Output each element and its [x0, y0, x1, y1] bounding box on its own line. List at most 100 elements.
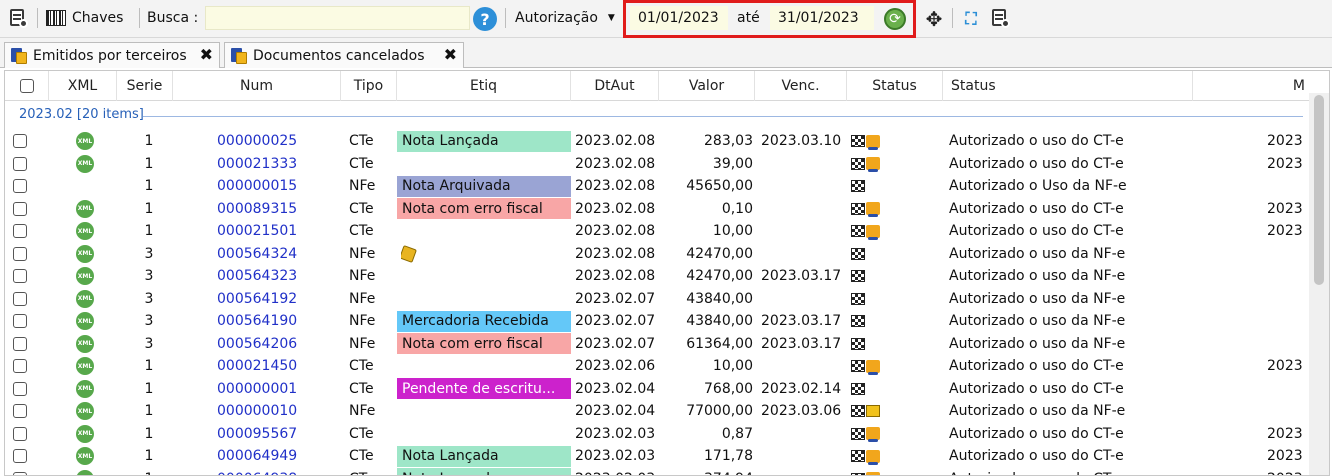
table-row[interactable]: XML 1 000064949 CTe Nota Lançada 2023.02.03 17… — [5, 445, 1305, 468]
xml-cell[interactable]: XML — [73, 355, 97, 378]
table-row[interactable]: XML 1 000021333 CTe 2023.02.08 39,00 Autorizad… — [5, 153, 1305, 176]
xml-cell[interactable]: XML — [73, 288, 97, 311]
xml-icon[interactable]: XML — [76, 154, 94, 173]
row-checkbox-cell[interactable] — [13, 153, 33, 176]
row-checkbox-cell[interactable] — [13, 378, 33, 401]
row-checkbox[interactable] — [13, 246, 27, 261]
xml-cell[interactable]: XML — [73, 198, 97, 221]
xml-cell[interactable]: XML — [73, 400, 97, 423]
num-link[interactable]: 000064949 — [217, 445, 317, 468]
xml-icon[interactable]: XML — [76, 334, 94, 353]
row-checkbox-cell[interactable] — [13, 310, 33, 333]
table-row[interactable]: XML 3 000564192 NFe 2023.02.07 43840,00 Autori… — [5, 288, 1305, 311]
status-icons-cell[interactable] — [851, 378, 911, 401]
busca-input[interactable] — [205, 6, 470, 30]
num-link[interactable]: 000021450 — [217, 355, 317, 378]
xml-icon[interactable]: XML — [76, 267, 94, 286]
tab-documentos-cancelados[interactable]: Documentos cancelados ✖ — [224, 42, 464, 68]
refresh-icon[interactable]: ⟳ — [884, 8, 906, 30]
num-link[interactable]: 000564206 — [217, 333, 317, 356]
num-link[interactable]: 000021333 — [217, 153, 317, 176]
report-settings-button[interactable] — [990, 5, 1010, 31]
status-icons-cell[interactable] — [851, 355, 911, 378]
table-row[interactable]: XML 1 000021450 CTe 2023.02.06 10,00 Autorizad… — [5, 355, 1305, 378]
table-row[interactable]: XML 3 000564206 NFe Nota com erro fiscal 2023… — [5, 333, 1305, 356]
status-icons-cell[interactable] — [851, 445, 911, 468]
etiq-cell[interactable]: Nota Lançada — [397, 445, 571, 468]
column-header-valor[interactable]: Valor — [659, 71, 755, 101]
num-link[interactable]: 000564323 — [217, 265, 317, 288]
status-select[interactable]: Autorização ▼ — [515, 5, 615, 31]
status-icons-cell[interactable] — [851, 333, 911, 356]
table-row[interactable]: XML 3 000564190 NFe Mercadoria Recebida 2023.… — [5, 310, 1305, 333]
xml-cell[interactable]: XML — [73, 423, 97, 446]
status-icons-cell[interactable] — [851, 423, 911, 446]
status-icons-cell[interactable] — [851, 153, 911, 176]
etiq-tag[interactable]: Nota com erro fiscal — [397, 333, 571, 355]
xml-cell[interactable] — [73, 175, 97, 198]
etiq-cell[interactable]: Nota com erro fiscal — [397, 333, 571, 356]
status-icons-cell[interactable] — [851, 310, 911, 333]
status-icons-cell[interactable] — [851, 400, 911, 423]
help-icon[interactable]: ? — [473, 7, 497, 31]
row-checkbox-cell[interactable] — [13, 423, 33, 446]
row-checkbox-cell[interactable] — [13, 175, 33, 198]
row-checkbox-cell[interactable] — [13, 468, 33, 475]
table-row[interactable]: 1 000000015 NFe Nota Arquivada 2023.02.08 456… — [5, 175, 1305, 198]
xml-icon[interactable]: XML — [76, 447, 94, 466]
column-header-status-icons[interactable]: Status — [847, 71, 943, 101]
num-link[interactable]: 000000025 — [217, 130, 317, 153]
table-row[interactable]: XML 1 000000010 NFe 2023.02.04 77000,00 2023.0… — [5, 400, 1305, 423]
etiq-cell[interactable]: Nota com erro fiscal — [397, 198, 571, 221]
xml-cell[interactable]: XML — [73, 265, 97, 288]
xml-cell[interactable]: XML — [73, 468, 97, 475]
num-link[interactable]: 000564192 — [217, 288, 317, 311]
table-row[interactable]: XML 1 000021501 CTe 2023.02.08 10,00 Autorizad… — [5, 220, 1305, 243]
table-row[interactable]: XML 1 000089315 CTe Nota com erro fiscal 2023… — [5, 198, 1305, 221]
row-checkbox[interactable] — [13, 291, 27, 306]
xml-cell[interactable]: XML — [73, 378, 97, 401]
xml-icon[interactable]: XML — [76, 222, 94, 241]
xml-icon[interactable]: XML — [76, 244, 94, 263]
num-link[interactable]: 000021501 — [217, 220, 317, 243]
row-checkbox[interactable] — [13, 426, 27, 441]
status-icons-cell[interactable] — [851, 198, 911, 221]
row-checkbox-cell[interactable] — [13, 243, 33, 266]
etiq-tag[interactable]: Pendente de escritu... — [397, 378, 571, 400]
column-header-m[interactable]: M — [1193, 71, 1307, 101]
select-all-checkbox-cell[interactable] — [5, 71, 49, 101]
xml-icon[interactable]: XML — [76, 132, 94, 151]
status-icons-cell[interactable] — [851, 288, 911, 311]
etiq-cell[interactable] — [401, 243, 421, 266]
xml-icon[interactable]: XML — [76, 312, 94, 331]
etiq-cell[interactable]: Mercadoria Recebida — [397, 310, 571, 333]
row-checkbox[interactable] — [13, 471, 27, 475]
column-header-dtaut[interactable]: DtAut — [571, 71, 659, 101]
row-checkbox-cell[interactable] — [13, 445, 33, 468]
row-checkbox[interactable] — [13, 359, 27, 374]
etiq-cell[interactable]: Nota Lançada — [397, 468, 571, 475]
num-link[interactable]: 000564324 — [217, 243, 317, 266]
row-checkbox[interactable] — [13, 449, 27, 464]
row-checkbox[interactable] — [13, 134, 27, 149]
column-header-num[interactable]: Num — [173, 71, 341, 101]
row-checkbox[interactable] — [13, 381, 27, 396]
row-checkbox[interactable] — [13, 156, 27, 171]
group-label[interactable]: 2023.02 [20 items] — [19, 107, 144, 122]
xml-icon[interactable]: XML — [76, 199, 94, 218]
column-header-xml[interactable]: XML — [49, 71, 117, 101]
tab-emitidos-por-terceiros[interactable]: Emitidos por terceiros ✖ — [4, 42, 220, 68]
xml-cell[interactable]: XML — [73, 243, 97, 266]
row-checkbox-cell[interactable] — [13, 400, 33, 423]
table-row[interactable]: XML 3 000564324 NFe 2023.02.08 42470,00 Autori… — [5, 243, 1305, 266]
row-checkbox-cell[interactable] — [13, 333, 33, 356]
row-checkbox[interactable] — [13, 404, 27, 419]
xml-icon[interactable]: XML — [76, 402, 94, 421]
close-icon[interactable]: ✖ — [444, 45, 457, 64]
row-checkbox-cell[interactable] — [13, 198, 33, 221]
xml-cell[interactable]: XML — [73, 153, 97, 176]
etiq-tag[interactable]: Nota Lançada — [397, 468, 571, 475]
xml-cell[interactable]: XML — [73, 310, 97, 333]
etiq-tag[interactable]: Nota com erro fiscal — [397, 198, 571, 220]
xml-icon[interactable]: XML — [76, 379, 94, 398]
